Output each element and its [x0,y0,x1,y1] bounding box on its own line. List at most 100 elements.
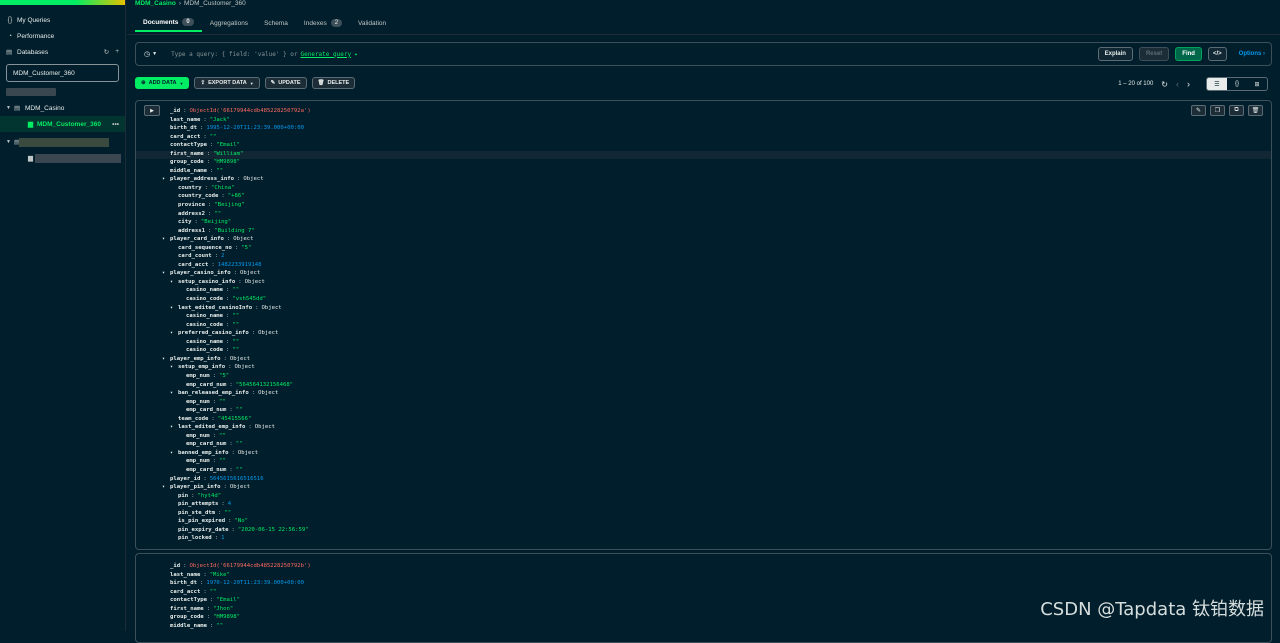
spacer [162,133,170,142]
field-key: last_edited_casinoInfo [178,304,252,313]
chevron-down-icon[interactable]: ▼ [6,139,14,145]
document-field: birth_dt:1970-12-20T11:23:39.000+00:00 [162,579,311,588]
code-icon[interactable]: </> [1208,47,1227,61]
json-view-icon[interactable]: {} [1227,78,1247,90]
tab-validation[interactable]: Validation [350,14,394,32]
export-data-button[interactable]: ⇪ EXPORT DATA ▼ [194,77,259,89]
database-icon: ▤ [6,48,14,56]
caret-down-icon[interactable]: ▾ [170,278,178,287]
caret-down-icon[interactable]: ▾ [162,483,170,492]
field-value: "" [210,133,217,142]
chevron-down-icon[interactable]: ▼ [6,105,14,111]
field-key: card_acct [170,133,200,142]
document-field: group_code:"HM9898" [162,613,311,622]
caret-down-icon[interactable]: ▾ [170,329,178,338]
field-key: emp_card_num [186,406,226,415]
document-card[interactable]: ▶ ✎ ❐ ⧉ 🗑 _id:ObjectId('66179944cdb48522… [135,100,1272,550]
field-key: pin_ste_dtm [178,509,215,518]
tree-db-mdm-casino[interactable]: ▼ ▤ MDM_Casino [0,100,125,116]
document-field: emp_card_num:"" [162,466,311,475]
document-field: ▾player_pin_info:Object [162,483,311,492]
field-separator: : [234,269,237,278]
generate-query-link[interactable]: Generate query [301,51,352,58]
field-value: "5" [219,372,229,381]
field-key: middle_name [170,622,207,631]
spacer [162,141,170,150]
chevron-down-icon: ▼ [180,81,184,86]
sidebar-item-my-queries[interactable]: {} My Queries [0,12,125,28]
sidebar-item-performance[interactable]: ◔ Performance [0,28,125,44]
caret-down-icon[interactable]: ▾ [170,449,178,458]
find-button[interactable]: Find [1175,47,1202,61]
trash-icon[interactable]: 🗑 [1248,105,1263,116]
caret-down-icon[interactable]: ▾ [162,355,170,364]
query-input[interactable]: Type a query: { field: 'value' } or Gene… [171,51,358,58]
document-field: pin_attempts:4 [162,500,311,509]
options-toggle[interactable]: Options › [1239,51,1265,57]
document-field: first_name:"William" [162,150,311,159]
list-view-icon[interactable]: ☰ [1207,78,1227,90]
field-value: "" [236,440,243,449]
document-field: emp_num:"" [162,432,311,441]
tab-aggregations[interactable]: Aggregations [202,14,256,32]
field-key: group_code [170,613,204,622]
tab-schema[interactable]: Schema [256,14,296,32]
plus-icon[interactable]: + [115,48,119,56]
delete-button[interactable]: 🗑 DELETE [312,77,356,89]
chevron-right-icon[interactable]: › [1187,79,1190,89]
database-search-input[interactable]: MDM_Customer_360 [6,64,119,82]
clone-icon[interactable]: ⧉ [1229,105,1244,116]
caret-down-icon[interactable]: ▾ [170,304,178,313]
field-separator: : [224,355,227,364]
document-fields: _id:ObjectId('66179944cdb485228250792b')… [162,562,311,630]
pagination: 1 – 20 of 100 ↻ ‹ › ☰ {} ⊞ [1118,77,1268,91]
spacer [162,124,170,133]
sidebar-item-label: My Queries [17,17,50,24]
query-placeholder: Type a query: { field: 'value' } or [171,51,297,58]
tree-collection-active[interactable]: ▆ MDM_Customer_360 ••• [0,116,125,132]
spacer [162,562,170,571]
field-value: "2020-06-15 22:56:59" [238,526,309,535]
field-value: "HM9898" [213,613,240,622]
caret-down-icon[interactable]: ▾ [170,389,178,398]
tree-collection-redacted[interactable]: ▆ [0,150,125,166]
query-history-dropdown[interactable]: ◷ ▼ [144,50,157,58]
document-field: ▾setup_emp_info:Object [162,363,311,372]
expand-icon[interactable]: ▶ [144,105,160,116]
refresh-icon[interactable]: ↻ [104,48,109,56]
caret-down-icon[interactable]: ▾ [162,269,170,278]
breadcrumb-db[interactable]: MDM_Casino [135,0,176,7]
caret-down-icon[interactable]: ▾ [170,363,178,372]
reset-button[interactable]: Reset [1139,47,1169,61]
field-key: ban_released_emp_info [178,389,249,398]
more-icon[interactable]: ••• [112,121,119,128]
caret-down-icon[interactable]: ▾ [162,175,170,184]
field-key: casino_name [186,312,223,321]
edit-icon[interactable]: ✎ [1191,105,1206,116]
field-value: Object [258,329,278,338]
tab-indexes[interactable]: Indexes 2 [296,14,350,32]
field-key: address2 [178,210,205,219]
caret-down-icon[interactable]: ▾ [162,235,170,244]
field-key: contactType [170,596,207,605]
table-view-icon[interactable]: ⊞ [1247,78,1267,90]
tab-documents[interactable]: Documents 0 [135,14,202,32]
document-field: emp_card_num:"564564132156468" [162,381,311,390]
tree-db-redacted[interactable]: ▼ ▤ [0,134,125,150]
chevron-left-icon[interactable]: ‹ [1176,79,1179,89]
document-field: ▾player_card_info:Object [162,235,311,244]
sidebar: {} My Queries ◔ Performance ▤ Databases … [0,0,126,631]
field-key: birth_dt [170,124,197,133]
document-actions: ✎ ❐ ⧉ 🗑 [1191,105,1263,116]
field-value: 1482233919148 [218,261,262,270]
copy-icon[interactable]: ❐ [1210,105,1225,116]
refresh-icon[interactable]: ↻ [1161,80,1168,89]
update-button[interactable]: ✎ UPDATE [265,77,307,89]
caret-down-icon[interactable]: ▾ [170,423,178,432]
explain-button[interactable]: Explain [1098,47,1133,61]
spacer [178,457,186,466]
result-range: 1 – 20 of 100 [1118,81,1153,87]
document-field: city:"Beijing" [162,218,311,227]
field-key: _id [170,107,180,116]
add-data-button[interactable]: ⊕ ADD DATA ▼ [135,77,189,89]
